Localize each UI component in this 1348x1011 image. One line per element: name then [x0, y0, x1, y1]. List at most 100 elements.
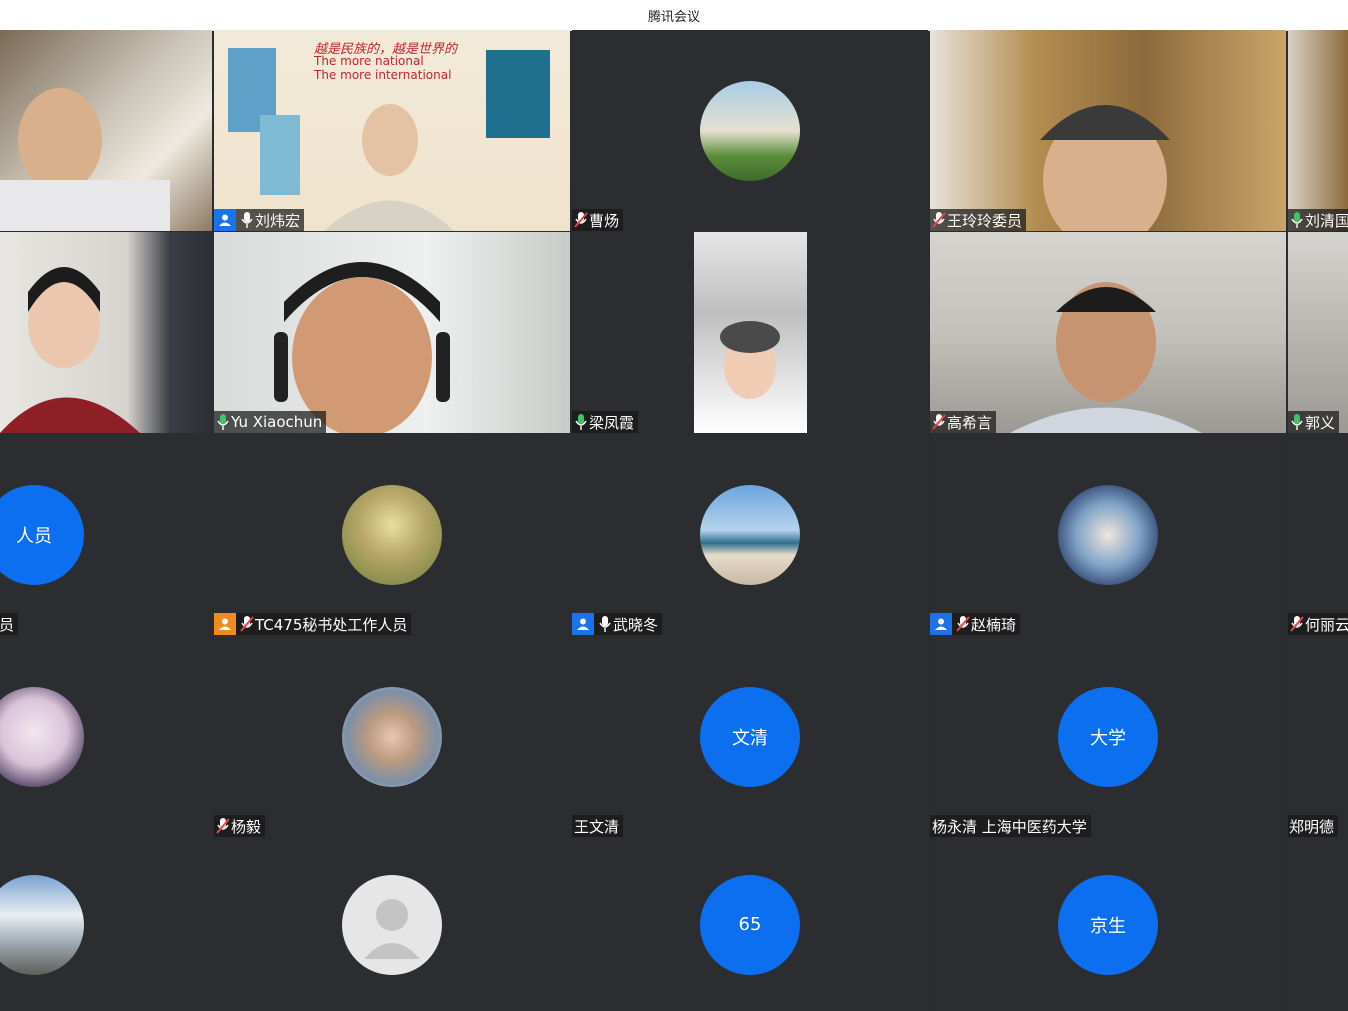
participant-name: 王玲玲委员	[947, 211, 1023, 230]
participant-tile[interactable]: 赵楠琦	[930, 434, 1286, 635]
default-avatar-icon	[342, 874, 442, 975]
participant-tile[interactable]: 王玲玲委员	[930, 30, 1286, 231]
mic-muted-icon	[216, 818, 230, 834]
participant-nametag: 王文清	[572, 815, 624, 837]
participant-name: 王文清	[574, 817, 620, 836]
participant-tile[interactable]: 京生	[930, 838, 1286, 1011]
person-silhouette	[324, 104, 454, 231]
participant-name: 人员	[0, 615, 15, 634]
participant-name: 刘清国	[1305, 211, 1348, 230]
mic-muted-icon	[1290, 616, 1304, 632]
mic-on-icon	[575, 414, 587, 430]
participant-nametag: 梁凤霞	[572, 411, 639, 433]
mic-muted-icon	[574, 212, 588, 228]
cohost-icon	[214, 613, 236, 635]
host-icon	[214, 209, 236, 231]
person-silhouette	[274, 262, 450, 433]
participant-grid: 越是民族的，越是世界的 The more national The more i…	[0, 30, 1348, 1011]
mic-on-icon	[241, 212, 253, 228]
video-feed	[1288, 30, 1348, 231]
participant-tile[interactable]: 郑明德	[1288, 636, 1348, 837]
participant-tile[interactable]	[0, 636, 212, 837]
participant-nametag: TC475秘书处工作人员	[214, 613, 412, 635]
participant-name: TC475秘书处工作人员	[255, 615, 408, 634]
person-silhouette	[1010, 282, 1202, 433]
participant-tile[interactable]: 刘清国	[1288, 30, 1348, 231]
participant-tile[interactable]: 越是民族的，越是世界的 The more national The more i…	[214, 30, 570, 231]
avatar	[342, 686, 442, 787]
participant-name: 郭义	[1305, 413, 1336, 432]
participant-name: 刘炜宏	[255, 211, 301, 230]
participant-nametag: 赵楠琦	[930, 613, 1021, 635]
avatar	[0, 874, 84, 975]
mic-on-icon	[1291, 212, 1303, 228]
participant-nametag: Yu Xiaochun	[214, 411, 327, 433]
participant-name: 郑明德	[1289, 817, 1335, 836]
host-icon	[930, 613, 952, 635]
participant-nametag: 人员	[0, 613, 19, 635]
avatar	[0, 686, 84, 787]
participant-tile[interactable]: 65	[572, 838, 928, 1011]
participant-tile[interactable]: Yu Xiaochun	[214, 232, 570, 433]
participant-name: 赵楠琦	[971, 615, 1017, 634]
person-silhouette	[1040, 105, 1170, 231]
participant-nametag: 武晓冬	[572, 613, 663, 635]
participant-tile[interactable]: 郭义	[1288, 232, 1348, 433]
person-silhouette	[720, 321, 780, 399]
host-icon	[572, 613, 594, 635]
participant-tile[interactable]: 文清 王文清	[572, 636, 928, 837]
participant-tile[interactable]	[0, 838, 212, 1011]
participant-tile[interactable]: TC475秘书处工作人员	[214, 434, 570, 635]
person-silhouette	[0, 267, 140, 433]
participant-tile[interactable]	[0, 232, 212, 433]
participant-name: 高希言	[947, 413, 993, 432]
participant-nametag: 刘清国	[1288, 209, 1348, 231]
participant-nametag: 郭义	[1288, 411, 1340, 433]
avatar	[700, 80, 800, 181]
participant-tile[interactable]	[1288, 838, 1348, 1011]
participant-nametag: 曹炀	[572, 209, 624, 231]
avatar	[700, 484, 800, 585]
avatar: 文清	[700, 686, 800, 787]
person-silhouette	[0, 88, 170, 231]
participant-name: Yu Xiaochun	[231, 413, 323, 431]
participant-nametag: 王玲玲委员	[930, 209, 1027, 231]
avatar: 大学	[1058, 686, 1158, 787]
window-title: 腾讯会议	[647, 9, 700, 25]
mic-muted-icon	[932, 414, 946, 430]
avatar: 人员	[0, 484, 84, 585]
participant-name: 梁凤霞	[589, 413, 635, 432]
participant-nametag: 刘炜宏	[214, 209, 305, 231]
participant-name: 杨毅	[231, 817, 262, 836]
participant-tile[interactable]: 高希言	[930, 232, 1286, 433]
participant-tile[interactable]: 曹炀	[572, 30, 928, 231]
avatar	[1058, 484, 1158, 585]
participant-tile[interactable]: 杨毅	[214, 636, 570, 837]
participant-tile[interactable]: 大学 杨永清 上海中医药大学	[930, 636, 1286, 837]
mic-on-icon	[1291, 414, 1303, 430]
video-feed	[1288, 232, 1348, 433]
mic-muted-icon	[956, 616, 970, 632]
avatar	[342, 484, 442, 585]
participant-nametag: 杨毅	[214, 815, 266, 837]
mic-on-icon	[217, 414, 229, 430]
mic-muted-icon	[932, 212, 946, 228]
mic-on-icon	[599, 616, 611, 632]
participant-nametag: 郑明德	[1288, 815, 1339, 837]
participant-tile[interactable]	[0, 30, 212, 231]
participant-nametag: 何丽云	[1288, 613, 1348, 635]
window-title-bar: 腾讯会议	[0, 0, 1348, 31]
participant-tile[interactable]: 人员 人员	[0, 434, 212, 635]
participant-name: 杨永清 上海中医药大学	[932, 817, 1087, 836]
participant-tile[interactable]: 武晓冬	[572, 434, 928, 635]
participant-tile[interactable]	[214, 838, 570, 1011]
participant-tile[interactable]: 何丽云	[1288, 434, 1348, 635]
participant-name: 曹炀	[589, 211, 620, 230]
avatar: 65	[700, 874, 800, 975]
participant-tile[interactable]: 梁凤霞	[572, 232, 928, 433]
avatar: 京生	[1058, 874, 1158, 975]
mic-muted-icon	[240, 616, 254, 632]
participant-nametag: 高希言	[930, 411, 997, 433]
participant-name: 何丽云	[1305, 615, 1348, 634]
participant-nametag: 杨永清 上海中医药大学	[930, 815, 1091, 837]
